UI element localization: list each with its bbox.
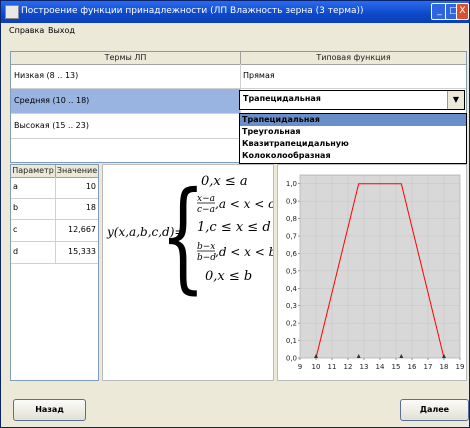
function-column-header: Типовая функция: [241, 52, 466, 65]
parameter-name[interactable]: a: [13, 179, 18, 195]
x-tick-label: 15: [392, 363, 401, 371]
function-type-dropdown: Трапецидальная Треугольная Квазитрапецид…: [239, 113, 467, 164]
parameter-value[interactable]: 10: [86, 179, 96, 195]
formula-case-4-numerator: b−x: [197, 242, 215, 252]
y-tick-label: 0,3: [286, 302, 297, 310]
y-tick-label: 1,0: [286, 180, 297, 188]
function-cell[interactable]: Прямая: [243, 69, 275, 83]
brace-symbol: {: [160, 167, 206, 306]
x-tick-label: 13: [360, 363, 369, 371]
x-tick-label: 11: [328, 363, 337, 371]
x-tick-label: 14: [376, 363, 385, 371]
term-cell[interactable]: Низкая (8 .. 13): [14, 69, 78, 83]
parameter-name[interactable]: b: [13, 200, 18, 216]
parameter-value[interactable]: 18: [86, 200, 96, 216]
y-tick-label: 0,1: [286, 337, 297, 345]
formula-case-3: 1,c ≤ x ≤ d: [197, 220, 271, 235]
formula-panel: y(x,a,b,c,d)= { 0,x ≤ a x−a c−a ,a < x <…: [102, 164, 274, 381]
value-column-header: Значение: [56, 165, 98, 178]
x-tick-label: 16: [408, 363, 417, 371]
x-tick-label: 9: [298, 363, 302, 371]
term-cell[interactable]: Высокая (15 .. 23): [14, 119, 89, 133]
y-tick-label: 0,7: [286, 233, 297, 241]
terms-column-header: Термы ЛП: [11, 52, 241, 65]
x-tick-label: 12: [344, 363, 353, 371]
formula-case-2-denominator: c−a: [197, 205, 215, 215]
menu-bar: Справка Выход: [1, 23, 469, 39]
formula-case-4-condition: ,d < x < b: [215, 245, 273, 259]
parameter-column-header: Параметр: [11, 165, 56, 178]
function-type-value: Трапецидальная: [243, 94, 321, 103]
formula-case-2-condition: ,a < x < c: [215, 197, 273, 211]
y-tick-label: 0,2: [286, 320, 297, 328]
formula-case-4-denominator: b−d: [197, 253, 216, 263]
y-tick-label: 0,8: [286, 215, 297, 223]
term-cell[interactable]: Средняя (10 .. 18): [14, 94, 89, 108]
chevron-down-icon[interactable]: ▼: [447, 91, 464, 109]
menu-item-help[interactable]: Справка: [9, 26, 44, 35]
membership-formula: y(x,a,b,c,d)= { 0,x ≤ a x−a c−a ,a < x <…: [106, 167, 273, 306]
x-tick-label: 17: [424, 363, 433, 371]
parameter-value[interactable]: 15,333: [68, 244, 96, 260]
next-button[interactable]: Далее: [400, 399, 469, 421]
membership-chart: 0,0 0,1 0,2 0,3 0,4 0,5 0,6 0,7 0,8 0,9 1,0 9 10 11 12…: [286, 174, 465, 371]
x-tick-label: 19: [456, 363, 465, 371]
menu-item-exit[interactable]: Выход: [48, 26, 75, 35]
dropdown-option[interactable]: Колоколообразная: [240, 150, 466, 162]
formula-case-2-numerator: x−a: [197, 194, 215, 204]
y-tick-label: 0,4: [286, 285, 298, 293]
close-button[interactable]: X: [456, 3, 469, 20]
main-window: Построение функции принадлежности (ЛП Вл…: [0, 0, 470, 428]
parameters-table: Параметр Значение a 10 b 18 c 12,667 d 1…: [10, 164, 99, 381]
parameter-name[interactable]: d: [13, 244, 18, 260]
chart-panel: 0,0 0,1 0,2 0,3 0,4 0,5 0,6 0,7 0,8 0,9 1,0 9 10 11 12…: [277, 164, 467, 381]
title-bar: Построение функции принадлежности (ЛП Вл…: [1, 1, 469, 23]
parameter-value[interactable]: 12,667: [68, 222, 96, 238]
parameter-name[interactable]: c: [13, 222, 17, 238]
formula-case-1: 0,x ≤ a: [201, 174, 248, 189]
x-tick-label: 10: [312, 363, 321, 371]
function-type-select[interactable]: Трапецидальная ▼: [239, 90, 465, 110]
app-icon: [5, 5, 19, 19]
y-tick-label: 0,9: [286, 198, 297, 206]
dropdown-option[interactable]: Треугольная: [240, 126, 466, 138]
dropdown-option[interactable]: Трапецидальная: [240, 114, 466, 126]
back-button[interactable]: Назад: [13, 399, 86, 421]
y-tick-label: 0,5: [286, 267, 297, 275]
window-title: Построение функции принадлежности (ЛП Вл…: [21, 6, 364, 16]
y-tick-label: 0,6: [286, 250, 298, 258]
formula-case-5: 0,x ≤ b: [205, 269, 252, 284]
dropdown-option[interactable]: Квазитрапецидальную: [240, 138, 466, 150]
x-tick-label: 18: [440, 363, 449, 371]
y-tick-label: 0,0: [286, 355, 297, 363]
